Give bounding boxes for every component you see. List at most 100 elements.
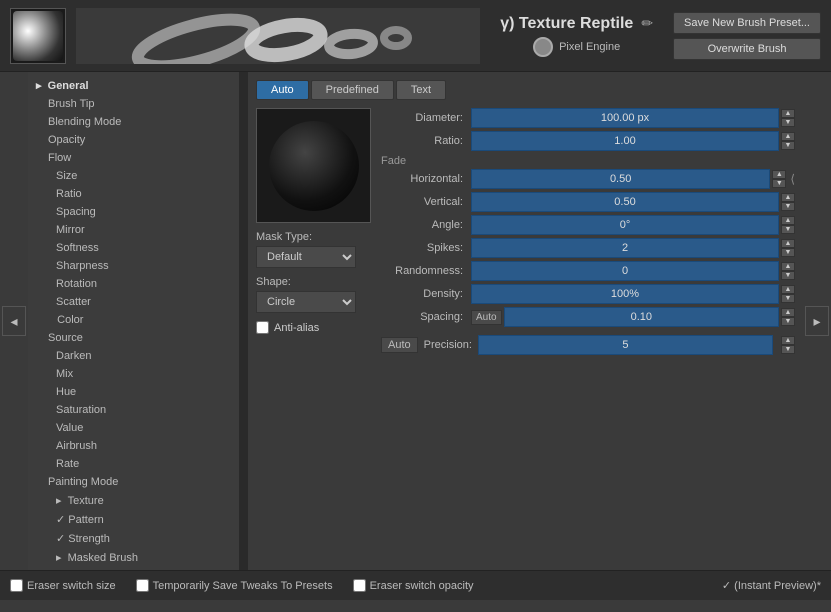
horizontal-down[interactable]: ▼ <box>772 179 786 188</box>
tab-auto[interactable]: Auto <box>256 80 309 100</box>
sidebar-item-color[interactable]: Color <box>28 311 247 329</box>
angle-bar[interactable]: 0° <box>471 215 779 235</box>
sidebar-scroll[interactable]: ▸ General Brush Tip Blending Mode Opacit… <box>28 72 247 570</box>
vertical-down[interactable]: ▼ <box>781 202 795 211</box>
top-buttons: Save New Brush Preset... Overwrite Brush <box>673 12 821 60</box>
spikes-up[interactable]: ▲ <box>781 239 795 248</box>
sidebar-item-rotation[interactable]: Rotation <box>28 275 247 293</box>
density-row: Density: 100% ▲ ▼ <box>381 284 795 304</box>
shape-label: Shape: <box>256 276 371 288</box>
sidebar-item-masked-brush[interactable]: ▸ Masked Brush <box>28 548 247 567</box>
precision-bar[interactable]: 5 <box>478 335 773 355</box>
sidebar-item-brush-tip[interactable]: Brush Tip <box>28 95 247 113</box>
sidebar-item-blending-mode[interactable]: Blending Mode <box>28 113 247 131</box>
sidebar-item-airbrush[interactable]: Airbrush <box>28 437 247 455</box>
eraser-size-input[interactable] <box>10 579 23 592</box>
angle-label: Angle: <box>381 219 471 231</box>
tabs: Auto Predefined Text <box>256 80 795 100</box>
sidebar-scrollbar[interactable] <box>239 72 247 570</box>
sidebar-item-value[interactable]: Value <box>28 419 247 437</box>
save-new-preset-button[interactable]: Save New Brush Preset... <box>673 12 821 34</box>
spikes-down[interactable]: ▼ <box>781 248 795 257</box>
horizontal-up[interactable]: ▲ <box>772 170 786 179</box>
engine-label: Pixel Engine <box>559 41 620 53</box>
spacing-down[interactable]: ▼ <box>781 317 795 326</box>
sidebar-item-softness[interactable]: Softness <box>28 239 247 257</box>
fade-label: Fade <box>381 155 795 167</box>
density-down[interactable]: ▼ <box>781 294 795 303</box>
sidebar-item-saturation[interactable]: Saturation <box>28 401 247 419</box>
angle-up[interactable]: ▲ <box>781 216 795 225</box>
sidebar-item-mix[interactable]: Mix <box>28 365 247 383</box>
save-tweaks-checkbox[interactable]: Temporarily Save Tweaks To Presets <box>136 579 333 592</box>
sidebar-item-opacity[interactable]: Opacity <box>28 131 247 149</box>
ratio-bar[interactable]: 1.00 <box>471 131 779 151</box>
precision-up[interactable]: ▲ <box>781 336 795 345</box>
eraser-opacity-checkbox[interactable]: Eraser switch opacity <box>353 579 474 592</box>
precision-down[interactable]: ▼ <box>781 345 795 354</box>
main-layout: ◂ ▸ General Brush Tip Blending Mode Opac… <box>0 72 831 570</box>
sidebar-item-painting-mode[interactable]: Painting Mode <box>28 473 247 491</box>
spacing-up[interactable]: ▲ <box>781 308 795 317</box>
ratio-down[interactable]: ▼ <box>781 141 795 150</box>
shape-select[interactable]: Circle Square Diamond <box>256 291 356 313</box>
vertical-bar[interactable]: 0.50 <box>471 192 779 212</box>
mask-type-select[interactable]: Default Circle Square <box>256 246 356 268</box>
randomness-bar[interactable]: 0 <box>471 261 779 281</box>
eraser-size-label: Eraser switch size <box>27 580 116 592</box>
sidebar-item-darken[interactable]: Darken <box>28 347 247 365</box>
ratio-up[interactable]: ▲ <box>781 132 795 141</box>
nav-left-arrow[interactable]: ◂ <box>2 306 26 336</box>
density-bar[interactable]: 100% <box>471 284 779 304</box>
sidebar-item-texture[interactable]: ▸ Texture <box>28 491 247 510</box>
sidebar-item-size[interactable]: Size <box>28 167 247 185</box>
density-up[interactable]: ▲ <box>781 285 795 294</box>
content-area: Auto Predefined Text Mask Type: Default … <box>248 72 803 570</box>
tab-predefined[interactable]: Predefined <box>311 80 394 100</box>
sidebar-item-hue[interactable]: Hue <box>28 383 247 401</box>
sidebar-item-scatter[interactable]: Scatter <box>28 293 247 311</box>
brush-icon-image <box>13 11 63 61</box>
sidebar-item-general[interactable]: ▸ General <box>28 76 247 95</box>
sidebar-item-source[interactable]: Source <box>28 329 247 347</box>
sidebar-item-spacing[interactable]: Spacing <box>28 203 247 221</box>
vertical-up[interactable]: ▲ <box>781 193 795 202</box>
anti-alias-checkbox[interactable] <box>256 321 269 334</box>
angle-spinner: ▲ ▼ <box>781 216 795 234</box>
spikes-bar[interactable]: 2 <box>471 238 779 258</box>
sidebar-item-rate[interactable]: Rate <box>28 455 247 473</box>
shape-area: Shape: Circle Square Diamond <box>256 276 371 313</box>
eraser-opacity-input[interactable] <box>353 579 366 592</box>
edit-brush-icon[interactable]: ✏ <box>641 15 653 32</box>
randomness-down[interactable]: ▼ <box>781 271 795 280</box>
randomness-up[interactable]: ▲ <box>781 262 795 271</box>
diameter-bar[interactable]: 100.00 px <box>471 108 779 128</box>
sidebar-item-flow[interactable]: Flow <box>28 149 247 167</box>
angle-down[interactable]: ▼ <box>781 225 795 234</box>
sidebar-item-pattern[interactable]: ✓ Pattern <box>28 510 247 529</box>
save-tweaks-input[interactable] <box>136 579 149 592</box>
diameter-row: Diameter: 100.00 px ▲ ▼ <box>381 108 795 128</box>
precision-label: Precision: <box>424 339 472 351</box>
save-tweaks-label: Temporarily Save Tweaks To Presets <box>153 580 333 592</box>
spacing-auto-tag[interactable]: Auto <box>471 310 502 325</box>
nav-right-arrow[interactable]: ▸ <box>805 306 829 336</box>
brush-name-row: γ) Texture Reptile ✏ <box>500 15 653 33</box>
right-params-panel: Diameter: 100.00 px ▲ ▼ Ratio: 1.00 <box>381 108 795 355</box>
diameter-up[interactable]: ▲ <box>781 109 795 118</box>
horizontal-bar[interactable]: 0.50 <box>471 169 770 189</box>
engine-dot <box>533 37 553 57</box>
sidebar-item-mirror[interactable]: Mirror <box>28 221 247 239</box>
randomness-row: Randomness: 0 ▲ ▼ <box>381 261 795 281</box>
precision-auto-button[interactable]: Auto <box>381 337 418 353</box>
diameter-down[interactable]: ▼ <box>781 118 795 127</box>
sidebar-item-sharpness[interactable]: Sharpness <box>28 257 247 275</box>
overwrite-brush-button[interactable]: Overwrite Brush <box>673 38 821 60</box>
sidebar-item-strength[interactable]: ✓ Strength <box>28 529 247 548</box>
sidebar-item-brush-tip-bottom[interactable]: Brush Tip <box>28 567 247 570</box>
tab-text[interactable]: Text <box>396 80 446 100</box>
spacing-bar[interactable]: 0.10 <box>504 307 779 327</box>
eraser-size-checkbox[interactable]: Eraser switch size <box>10 579 116 592</box>
brush-title-area: γ) Texture Reptile ✏ Pixel Engine <box>500 15 653 57</box>
sidebar-item-ratio[interactable]: Ratio <box>28 185 247 203</box>
